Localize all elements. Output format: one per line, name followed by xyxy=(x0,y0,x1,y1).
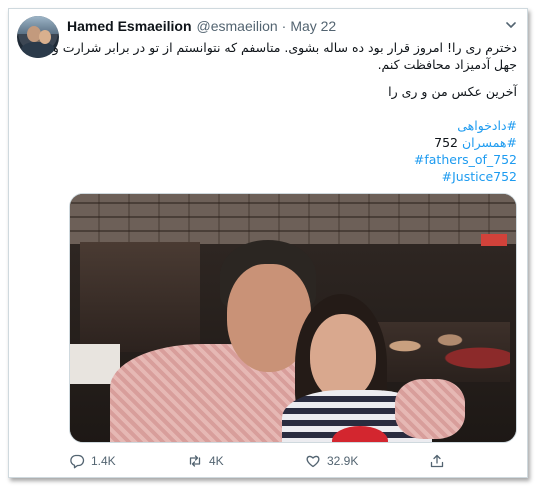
hashtag-link[interactable]: #fathers_of_752 xyxy=(414,152,517,167)
photo-exit-sign xyxy=(481,234,507,246)
author-handle[interactable]: @esmaeilion xyxy=(197,18,278,34)
tweet-card[interactable]: Hamed Esmaeilion @esmaeilion · May 22 دخ… xyxy=(8,8,528,478)
heart-icon xyxy=(306,455,320,468)
retweet-count: 4K xyxy=(209,454,224,468)
reply-count: 1.4K xyxy=(91,454,116,468)
like-count: 32.9K xyxy=(327,454,359,468)
tweet-header: Hamed Esmaeilion @esmaeilion · May 22 xyxy=(67,17,336,35)
tweet-text-paragraph-1: دخترم ری را! امروز قرار بود ده ساله بشوی… xyxy=(52,40,517,72)
share-icon xyxy=(430,454,444,468)
tweet-date[interactable]: May 22 xyxy=(290,18,336,34)
tweet-photo[interactable] xyxy=(69,193,517,443)
hashtag-link[interactable]: #دادخواهی xyxy=(457,118,517,133)
photo-brick-mortar xyxy=(70,194,516,244)
photo-man-arm xyxy=(395,379,465,439)
share-button[interactable] xyxy=(429,451,451,471)
reply-button[interactable]: 1.4K xyxy=(69,451,116,471)
retweet-icon xyxy=(189,455,201,467)
reply-icon xyxy=(70,454,85,469)
hashtag-link[interactable]: #همسران xyxy=(462,135,517,150)
author-name[interactable]: Hamed Esmaeilion xyxy=(67,18,192,34)
hashtag-number: 752 xyxy=(434,135,459,150)
photo-girl-face xyxy=(310,314,376,400)
header-separator: · xyxy=(281,18,287,34)
hashtag-list: #دادخواهی #همسران 752 #fathers_of_752 #J… xyxy=(414,117,517,185)
photo-window xyxy=(80,242,200,352)
tweet-actions: 1.4K 4K 32.9K xyxy=(69,451,509,471)
tweet-text-paragraph-2: آخرین عکس من و ری را xyxy=(388,84,517,99)
like-button[interactable]: 32.9K xyxy=(305,451,358,471)
chevron-down-icon[interactable] xyxy=(504,18,518,32)
hashtag-link[interactable]: #Justice752 xyxy=(442,169,517,184)
retweet-button[interactable]: 4K xyxy=(187,451,224,471)
